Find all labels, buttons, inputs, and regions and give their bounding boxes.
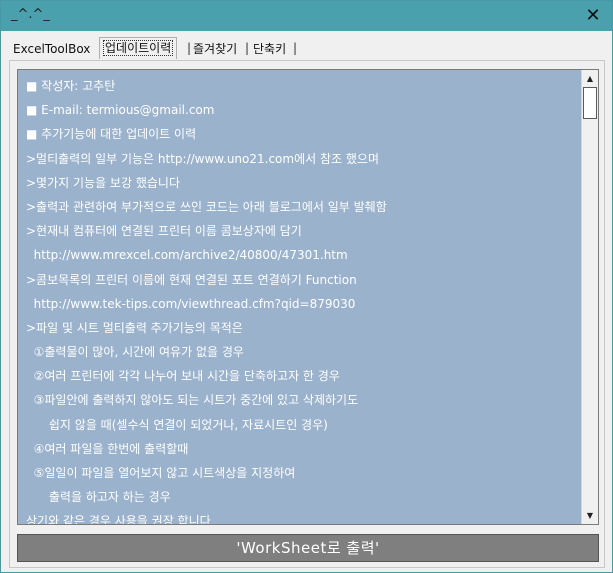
update-history-textbox[interactable]: 작성자: 고추탄 E-mail: termious@gmail.com 추가기능… [17, 69, 599, 525]
text-line: 추가기능에 대한 업데이트 이력 [26, 122, 581, 146]
text-line: >출력과 관련하여 부가적으로 쓰인 코드는 아래 블로그에서 일부 발췌함 [26, 199, 387, 214]
text-line: 출력을 하고자 하는 경우 [26, 490, 171, 505]
text-line: ③파일안에 출력하지 않아도 되는 시트가 중간에 있고 삭제하기도 [26, 393, 359, 408]
text-line: ①출력물이 많아, 시간에 여유가 없을 경우 [26, 345, 244, 360]
text-line: 작성자: 고추탄 [26, 74, 581, 98]
text-line: ⑤일일이 파일을 열어보지 않고 시트색상을 지정하여 [26, 466, 296, 480]
tab-separator: | [293, 41, 298, 55]
tab-page-update-history: 작성자: 고추탄 E-mail: termious@gmail.com 추가기능… [9, 60, 605, 568]
text-line: ②여러 프린터에 각각 나누어 보내 시간을 단축하고자 한 경우 [26, 369, 340, 384]
title-bar[interactable]: _^.^_ ✕ [1, 1, 612, 31]
text-line: >몇가지 기능을 보강 했습니다 [26, 175, 180, 190]
tab-strip: ExcelToolBox 업데이트이력 | 즐겨찾기 | 단축키 | [9, 37, 604, 61]
scroll-up-arrow-icon[interactable]: ▲ [582, 70, 598, 87]
text-line: >멀티출력의 일부 기능은 http://www.uno21.com에서 참조 … [26, 151, 379, 166]
vertical-scrollbar[interactable]: ▲ ▼ [581, 70, 598, 524]
tab-exceltoolbox[interactable]: ExcelToolBox [13, 39, 90, 59]
tab-label: 단축키 [253, 42, 287, 56]
tab-separator: | [187, 41, 192, 55]
text-line: 상기와 같은 경우 사용을 권장 합니다 [26, 514, 211, 525]
text-line: E-mail: termious@gmail.com [26, 98, 581, 122]
text-line: http://www.tek-tips.com/viewthread.cfm?q… [26, 296, 356, 311]
tab-shortcuts[interactable]: 단축키 [253, 39, 286, 59]
text-line: ④여러 파일을 한번에 출력할때 [26, 441, 189, 456]
text-line: >콤보목록의 프린터 이름에 현재 연결된 포트 연결하기 Function [26, 272, 357, 287]
text-lines: 작성자: 고추탄 E-mail: termious@gmail.com 추가기능… [26, 74, 581, 525]
tab-separator: | [245, 41, 250, 55]
window-title: _^.^_ [11, 7, 50, 22]
text-line: >파일 및 시트 멀티출력 추가기능의 목적은 [26, 320, 243, 335]
tab-favorites[interactable]: 즐겨찾기 [193, 39, 237, 59]
dialog-window: _^.^_ ✕ ExcelToolBox 업데이트이력 | 즐겨찾기 | 단축키… [0, 0, 613, 573]
close-button[interactable]: ✕ [578, 3, 608, 29]
export-worksheet-button[interactable]: 'WorkSheet로 출력' [17, 534, 599, 562]
text-line: >현재내 컴퓨터에 연결된 프린터 이름 콤보상자에 담기 [26, 224, 302, 239]
text-line: 쉽지 않을 때(셀수식 연결이 되었거나, 자료시트인 경우) [26, 417, 328, 432]
tab-label: 즐겨찾기 [193, 42, 238, 56]
tab-label: ExcelToolBox [13, 42, 91, 56]
tab-update-history[interactable]: 업데이트이력 [99, 37, 178, 59]
text-line: http://www.mrexcel.com/archive2/40800/47… [26, 248, 348, 263]
scroll-thumb[interactable] [583, 87, 597, 119]
tab-label: 업데이트이력 [103, 40, 174, 56]
scroll-down-arrow-icon[interactable]: ▼ [582, 507, 598, 524]
